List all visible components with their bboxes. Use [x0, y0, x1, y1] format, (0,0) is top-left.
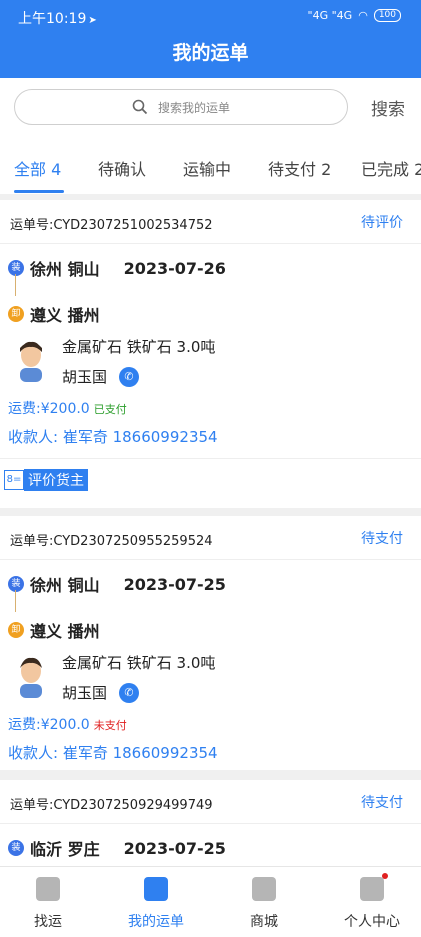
- bottom-navigation: 找运 我的运单 商城 个人中心: [0, 866, 421, 937]
- status-icons: "4G "4G ◠ 100: [308, 9, 401, 22]
- document-icon: [144, 877, 168, 901]
- route-info: 装 徐州 铜山 2023-07-25 卸 遵义 播州: [0, 560, 421, 641]
- payee-info: 收款人: 崔军奇 18660992354: [8, 744, 218, 762]
- route-connector: [15, 274, 16, 296]
- driver-avatar-icon: [20, 341, 42, 382]
- user-icon: [360, 877, 384, 901]
- notification-dot: [382, 873, 388, 879]
- pay-status: 未支付: [93, 719, 127, 732]
- freight-fee: 运费:¥200.0 未支付: [8, 714, 127, 734]
- order-number: 运单号:CYD2307250955259524: [10, 534, 213, 549]
- unload-badge: 卸: [8, 622, 24, 638]
- order-date: 2023-07-25: [123, 838, 226, 858]
- tab-completed[interactable]: 已完成 2: [361, 156, 421, 180]
- user-rating-icon: 8=: [4, 470, 24, 490]
- nav-label: 我的运单: [128, 914, 184, 930]
- status-bar: 上午10:19 ➤ "4G "4G ◠ 100: [0, 0, 421, 32]
- phone-icon[interactable]: ✆: [119, 682, 140, 703]
- pay-status: 已支付: [93, 403, 127, 416]
- tab-in-transit[interactable]: 运输中: [183, 156, 231, 180]
- shop-icon: [252, 877, 276, 901]
- load-badge: 装: [8, 840, 24, 856]
- search-icon: [132, 99, 148, 115]
- goods-info: 金属矿石 铁矿石 3.0吨 胡玉国 ✆: [0, 646, 421, 716]
- destination-city: 遵义 播州: [30, 306, 100, 325]
- signal-icon: "4G "4G: [307, 9, 353, 22]
- clock-text: 上午10:19: [18, 11, 87, 27]
- order-number: 运单号:CYD2307251002534752: [10, 218, 213, 233]
- order-status: 待评价: [361, 215, 403, 231]
- battery-icon: 100: [373, 9, 401, 22]
- order-header: 运单号:CYD2307250929499749 待支付: [0, 780, 421, 824]
- goods-info: 金属矿石 铁矿石 3.0吨 胡玉国 ✆: [0, 330, 421, 400]
- nav-my-orders[interactable]: 我的运单: [116, 877, 196, 931]
- tab-all[interactable]: 全部 4: [14, 156, 61, 180]
- active-tab-indicator: [14, 190, 64, 193]
- search-input[interactable]: 搜索我的运单: [14, 89, 348, 125]
- tab-pending-payment[interactable]: 待支付 2: [268, 156, 331, 180]
- origin-city: 徐州 铜山: [30, 576, 100, 595]
- route-connector: [15, 590, 16, 612]
- goods-description: 金属矿石 铁矿石 3.0吨: [62, 338, 216, 356]
- status-tabs: 全部 4 待确认 运输中 待支付 2 已完成 2: [0, 136, 421, 194]
- freight-fee: 运费:¥200.0 已支付: [8, 398, 127, 418]
- driver-name: 胡玉国: [62, 368, 108, 386]
- search-button[interactable]: 搜索: [371, 95, 405, 120]
- order-number: 运单号:CYD2307250929499749: [10, 798, 213, 813]
- tab-pending-confirm[interactable]: 待确认: [98, 156, 146, 180]
- nav-label: 商城: [250, 914, 278, 930]
- load-badge: 装: [8, 576, 24, 592]
- nav-label: 个人中心: [344, 914, 400, 930]
- order-status: 待支付: [361, 531, 403, 547]
- order-card[interactable]: 运单号:CYD2307250929499749 待支付 装 临沂 罗庄 2023…: [0, 780, 421, 866]
- nav-mall[interactable]: 商城: [224, 877, 304, 931]
- origin-city: 徐州 铜山: [30, 260, 100, 279]
- truck-icon: [36, 877, 60, 901]
- order-card[interactable]: 运单号:CYD2307250955259524 待支付 装 徐州 铜山 2023…: [0, 516, 421, 770]
- rate-shipper-button[interactable]: 8= 评价货主: [4, 469, 88, 491]
- navigation-icon: ➤: [88, 15, 97, 26]
- page-title: 我的运单: [172, 42, 249, 64]
- phone-icon[interactable]: ✆: [119, 366, 140, 387]
- driver-avatar-icon: [20, 657, 42, 698]
- wifi-icon: ◠: [358, 9, 368, 22]
- fee-amount: 运费:¥200.0: [8, 401, 90, 417]
- destination-city: 遵义 播州: [30, 622, 100, 641]
- load-badge: 装: [8, 260, 24, 276]
- goods-description: 金属矿石 铁矿石 3.0吨: [62, 654, 216, 672]
- order-date: 2023-07-26: [123, 258, 226, 278]
- search-placeholder: 搜索我的运单: [157, 100, 230, 115]
- origin-city: 临沂 罗庄: [30, 840, 100, 859]
- status-time: 上午10:19 ➤: [18, 8, 97, 28]
- order-card[interactable]: 运单号:CYD2307251002534752 待评价 装 徐州 铜山 2023…: [0, 200, 421, 508]
- unload-badge: 卸: [8, 306, 24, 322]
- payee-info: 收款人: 崔军奇 18660992354: [8, 428, 218, 446]
- nav-profile[interactable]: 个人中心: [332, 873, 412, 931]
- driver-name: 胡玉国: [62, 684, 108, 702]
- fee-amount: 运费:¥200.0: [8, 717, 90, 733]
- rate-shipper-label: 评价货主: [24, 469, 88, 491]
- top-bar: 上午10:19 ➤ "4G "4G ◠ 100 我的运单: [0, 0, 421, 78]
- search-row: 搜索我的运单 搜索: [0, 78, 421, 136]
- order-actions: 8= 评价货主: [0, 458, 421, 508]
- order-header: 运单号:CYD2307250955259524 待支付: [0, 516, 421, 560]
- order-header: 运单号:CYD2307251002534752 待评价: [0, 200, 421, 244]
- nav-label: 找运: [34, 914, 62, 930]
- order-status: 待支付: [361, 795, 403, 811]
- nav-find-freight[interactable]: 找运: [8, 877, 88, 931]
- route-info: 装 徐州 铜山 2023-07-26 卸 遵义 播州: [0, 244, 421, 325]
- route-info: 装 临沂 罗庄 2023-07-25: [0, 824, 421, 866]
- order-date: 2023-07-25: [123, 574, 226, 594]
